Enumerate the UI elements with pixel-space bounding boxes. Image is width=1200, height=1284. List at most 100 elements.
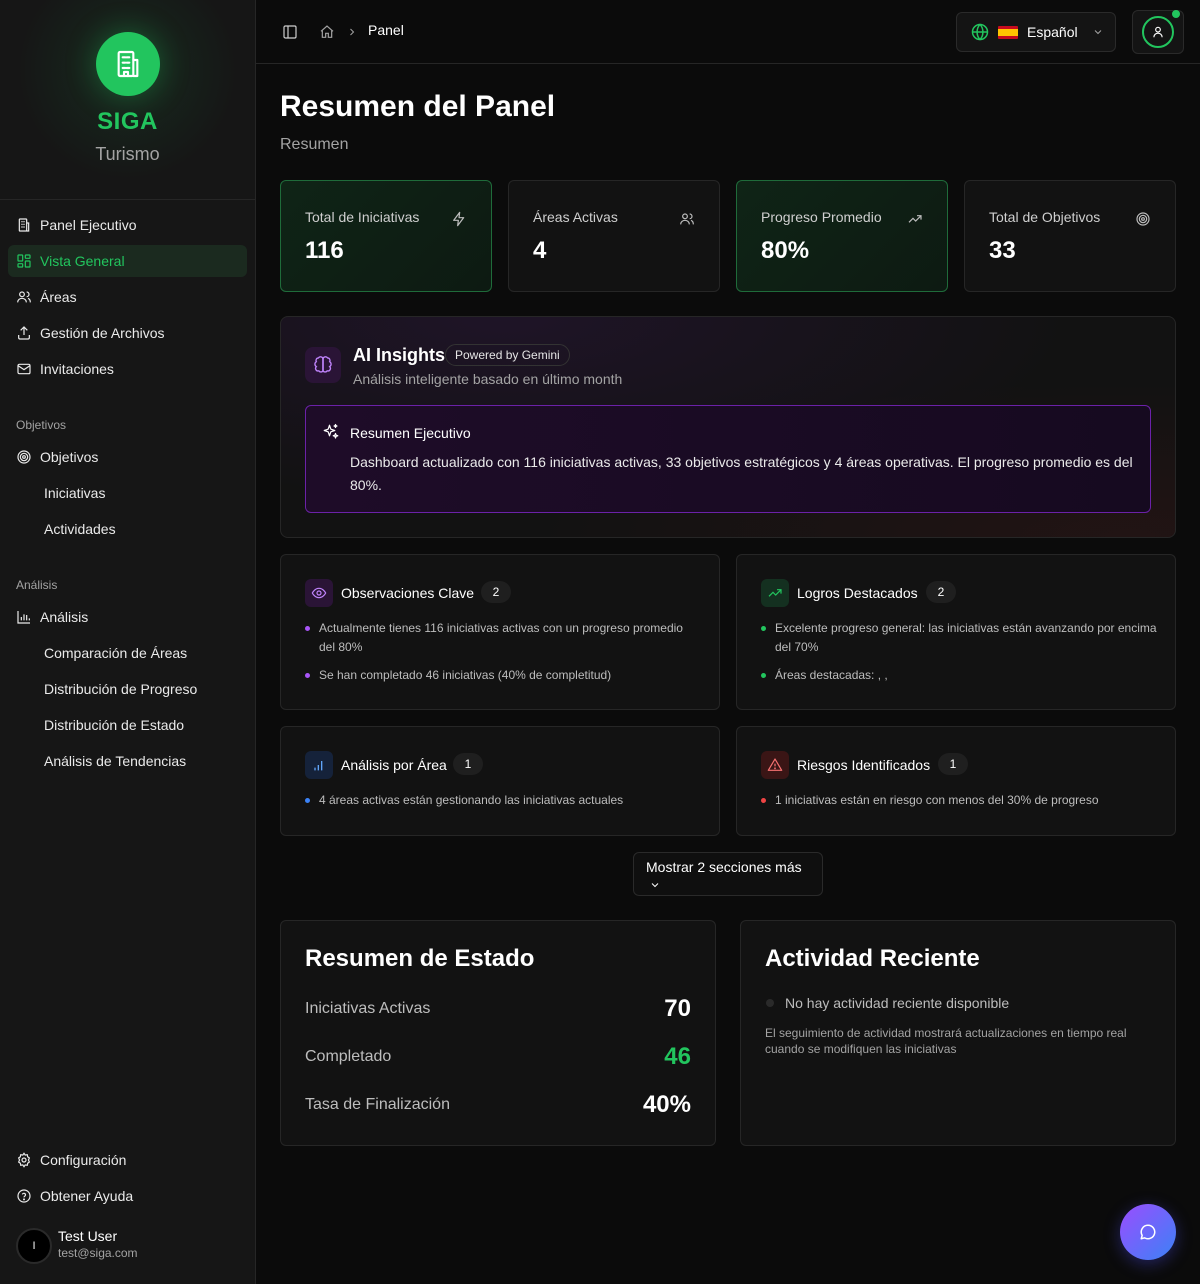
globe-icon (970, 22, 990, 42)
chevron-down-icon (649, 879, 661, 891)
ai-insights-card: AI Insights Powered by Gemini Análisis i… (280, 316, 1176, 538)
user-name: Test User (58, 1228, 118, 1244)
insight-title: Logros Destacados (797, 585, 918, 601)
grid-icon (16, 253, 32, 269)
target-icon (16, 449, 32, 465)
building-icon (95, 32, 160, 96)
stat-label: Áreas Activas (533, 209, 618, 225)
online-status-dot (1172, 10, 1180, 18)
insight-card-logros: Logros Destacados 2 Excelente progreso g… (736, 554, 1176, 710)
brain-icon (305, 347, 341, 383)
status-row: Tasa de Finalización 40% (305, 1091, 691, 1119)
sidebar-item-actividades[interactable]: Actividades (44, 513, 116, 545)
show-more-button[interactable]: Mostrar 2 secciones más (633, 852, 823, 896)
ai-insights-subtitle: Análisis inteligente basado en último mo… (353, 371, 623, 387)
stat-card-progreso-promedio: Progreso Promedio 80% (736, 180, 948, 292)
sidebar: SIGA Turismo Panel Ejecutivo Vista Gener… (0, 0, 256, 1284)
mail-icon (16, 361, 32, 377)
count-badge: 1 (938, 753, 968, 775)
sidebar-item-label: Gestión de Archivos (40, 325, 165, 341)
ai-insights-title: AI Insights (353, 345, 446, 365)
sidebar-item-distribucion-estado[interactable]: Distribución de Estado (44, 709, 184, 741)
status-row: Completado 46 (305, 1043, 691, 1071)
empty-state-dot (766, 999, 774, 1007)
user-profile[interactable]: I Test User test@siga.com (16, 1228, 138, 1264)
recent-activity-title: Actividad Reciente (765, 945, 980, 972)
count-badge: 2 (926, 581, 956, 603)
show-more-label: Mostrar 2 secciones más (646, 859, 802, 875)
main-content: Resumen del Panel Resumen Total de Inici… (256, 64, 1200, 1284)
count-badge: 1 (453, 753, 483, 775)
stat-value: 4 (533, 237, 547, 264)
list-item: Se han completado 46 iniciativas (40% de… (305, 666, 701, 685)
chat-fab-button[interactable] (1120, 1204, 1176, 1260)
trending-up-icon (761, 579, 789, 607)
status-row: Iniciativas Activas 70 (305, 995, 691, 1023)
insight-title: Análisis por Área (341, 757, 447, 773)
sidebar-item-gestion-archivos[interactable]: Gestión de Archivos (8, 317, 247, 349)
sidebar-item-iniciativas[interactable]: Iniciativas (44, 477, 105, 509)
home-icon[interactable] (319, 24, 335, 40)
insight-card-riesgos: Riesgos Identificados 1 1 iniciativas es… (736, 726, 1176, 836)
insight-list: Actualmente tienes 116 iniciativas activ… (305, 619, 701, 694)
sidebar-item-invitaciones[interactable]: Invitaciones (8, 353, 247, 385)
stat-card-total-objetivos: Total de Objetivos 33 (964, 180, 1176, 292)
sidebar-item-label: Invitaciones (40, 361, 114, 377)
sidebar-item-ayuda[interactable]: Obtener Ayuda (8, 1180, 247, 1212)
sidebar-item-analisis-tendencias[interactable]: Análisis de Tendencias (44, 745, 186, 777)
sidebar-item-label: Áreas (40, 289, 77, 305)
insight-list: 4 áreas activas están gestionando las in… (305, 791, 701, 819)
user-menu-button[interactable] (1132, 10, 1184, 54)
breadcrumb: Panel (368, 22, 404, 38)
stat-card-total-iniciativas: Total de Iniciativas 116 (280, 180, 492, 292)
status-summary-card: Resumen de Estado Iniciativas Activas 70… (280, 920, 716, 1146)
status-label: Iniciativas Activas (305, 1000, 431, 1017)
gear-icon (16, 1152, 32, 1168)
stat-value: 33 (989, 237, 1016, 264)
chevron-right-icon (346, 25, 358, 39)
sidebar-toggle-icon[interactable] (282, 24, 298, 40)
bar-chart-icon (305, 751, 333, 779)
list-item: 4 áreas activas están gestionando las in… (305, 791, 701, 810)
sidebar-item-configuracion[interactable]: Configuración (8, 1144, 247, 1176)
chevron-down-icon (1092, 26, 1104, 38)
sidebar-item-analisis[interactable]: Análisis (8, 601, 247, 633)
page-title: Resumen del Panel (280, 90, 556, 123)
status-summary-title: Resumen de Estado (305, 945, 535, 972)
sidebar-item-comparacion-areas[interactable]: Comparación de Áreas (44, 637, 187, 669)
sidebar-item-objetivos[interactable]: Objetivos (8, 441, 247, 473)
executive-summary-title: Resumen Ejecutivo (350, 425, 471, 441)
lightning-icon (451, 211, 467, 227)
executive-summary-box: Resumen Ejecutivo Dashboard actualizado … (305, 405, 1151, 513)
stat-label: Progreso Promedio (761, 209, 882, 225)
help-circle-icon (16, 1188, 32, 1204)
sidebar-item-vista-general[interactable]: Vista General (8, 245, 247, 277)
user-email: test@siga.com (58, 1246, 138, 1260)
sidebar-item-panel-ejecutivo[interactable]: Panel Ejecutivo (8, 209, 247, 241)
empty-state-text: No hay actividad reciente disponible (785, 995, 1010, 1011)
building-icon (16, 217, 32, 233)
status-value: 46 (664, 1043, 691, 1070)
status-label: Completado (305, 1048, 392, 1065)
sidebar-item-areas[interactable]: Áreas (8, 281, 247, 313)
recent-activity-card: Actividad Reciente No hay actividad reci… (740, 920, 1176, 1146)
empty-state-description: El seguimiento de actividad mostrará act… (765, 1026, 1127, 1056)
stat-value: 116 (305, 237, 344, 264)
list-item: Áreas destacadas: , , (761, 666, 1157, 685)
insight-card-analisis-area: Análisis por Área 1 4 áreas activas está… (280, 726, 720, 836)
stat-value: 80% (761, 237, 810, 264)
nav-group-analisis: Análisis (16, 578, 58, 592)
user-icon (1142, 16, 1174, 48)
bar-chart-icon (16, 609, 32, 625)
sidebar-item-distribucion-progreso[interactable]: Distribución de Progreso (44, 673, 197, 705)
sidebar-item-label: Configuración (40, 1152, 127, 1168)
users-icon (679, 211, 695, 227)
list-item: Actualmente tienes 116 iniciativas activ… (305, 619, 701, 657)
nav-group-objetivos: Objetivos (16, 418, 67, 432)
insight-title: Observaciones Clave (341, 585, 475, 601)
language-selector[interactable]: Español (956, 12, 1116, 52)
brand-name: SIGA (97, 108, 158, 135)
top-bar: Panel Español (256, 0, 1200, 64)
count-badge: 2 (481, 581, 511, 603)
chat-bubble-icon (1139, 1223, 1157, 1241)
